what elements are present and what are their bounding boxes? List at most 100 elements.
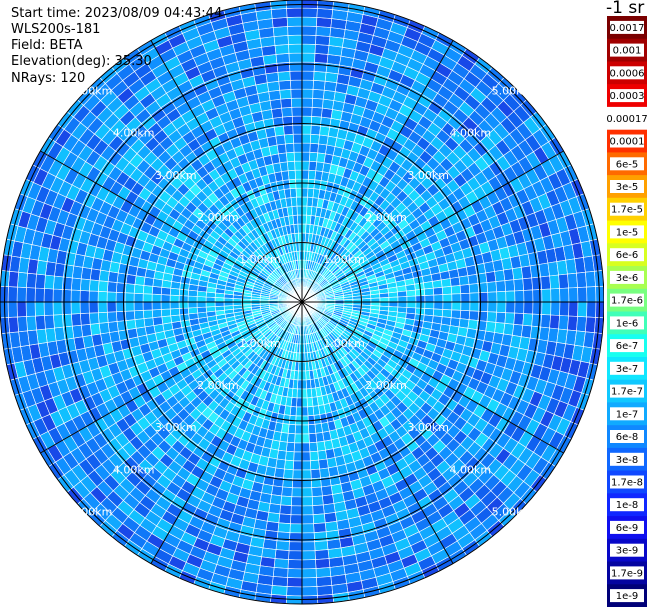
range-gate-cell bbox=[301, 451, 311, 462]
range-gate-cell bbox=[512, 266, 524, 281]
range-ring-label: 2.00km bbox=[197, 379, 239, 392]
range-gate-cell bbox=[160, 294, 171, 303]
range-gate-cell bbox=[290, 88, 303, 99]
range-gate-cell bbox=[281, 170, 290, 181]
range-ring-label: 2.00km bbox=[365, 379, 407, 392]
range-gate-cell bbox=[495, 311, 507, 324]
range-gate-cell bbox=[301, 433, 310, 444]
range-ring-label: 3.00km bbox=[155, 169, 197, 182]
range-gate-cell bbox=[151, 293, 162, 303]
range-gate-cell bbox=[370, 297, 381, 303]
range-gate-cell bbox=[397, 301, 408, 308]
range-gate-cell bbox=[306, 388, 313, 399]
range-gate-cell bbox=[317, 449, 328, 461]
range-gate-cell bbox=[469, 292, 480, 303]
range-gate-cell bbox=[301, 16, 318, 27]
range-gate-cell bbox=[442, 301, 453, 311]
range-gate-cell bbox=[558, 315, 569, 331]
range-gate-cell bbox=[532, 301, 543, 315]
range-gate-cell bbox=[279, 88, 292, 100]
range-gate-cell bbox=[275, 134, 286, 146]
range-gate-cell bbox=[495, 280, 507, 293]
range-gate-cell bbox=[322, 89, 336, 101]
range-gate-cell bbox=[301, 496, 314, 507]
range-gate-cell bbox=[276, 61, 291, 73]
range-gate-cell bbox=[318, 458, 329, 470]
range-gate-cell bbox=[550, 288, 561, 303]
elevation-label: Elevation(deg): 35.30 bbox=[11, 54, 152, 69]
range-gate-cell bbox=[292, 133, 303, 144]
range-gate-cell bbox=[311, 486, 323, 498]
range-gate-cell bbox=[309, 151, 319, 163]
range-gate-cell bbox=[286, 432, 296, 444]
range-gate-cell bbox=[449, 276, 461, 287]
range-gate-cell bbox=[283, 468, 294, 480]
range-gate-cell bbox=[451, 301, 462, 311]
range-gate-cell bbox=[296, 388, 303, 399]
colorbar-label: 6e-7 bbox=[616, 341, 639, 352]
range-gate-cell bbox=[467, 273, 479, 285]
range-gate-cell bbox=[107, 321, 119, 333]
range-gate-cell bbox=[301, 133, 312, 144]
range-gate-cell bbox=[441, 309, 453, 319]
range-gate-cell bbox=[287, 25, 303, 36]
range-gate-cell bbox=[61, 313, 73, 328]
range-gate-cell bbox=[503, 322, 515, 336]
range-gate-cell bbox=[80, 266, 92, 281]
range-gate-cell bbox=[88, 301, 99, 314]
range-gate-cell bbox=[151, 309, 163, 319]
range-gate-cell bbox=[80, 323, 92, 338]
range-gate-cell bbox=[423, 308, 435, 317]
colorbar-label: 1.7e-7 bbox=[611, 387, 643, 398]
range-gate-cell bbox=[549, 314, 560, 330]
range-gate-cell bbox=[406, 289, 417, 297]
range-gate-cell bbox=[322, 503, 336, 515]
range-gate-cell bbox=[196, 296, 207, 303]
range-gate-cell bbox=[152, 316, 164, 326]
range-gate-cell bbox=[301, 442, 311, 453]
range-gate-cell bbox=[293, 151, 303, 162]
range-gate-cell bbox=[276, 531, 291, 543]
colorbar-label: 1.7e-5 bbox=[611, 205, 643, 216]
range-gate-cell bbox=[309, 459, 320, 471]
instrument-label: WLS200s-181 bbox=[11, 22, 101, 37]
range-gate-cell bbox=[301, 559, 317, 570]
range-gate-cell bbox=[25, 287, 36, 303]
ppi-scan-display: 1.00km 1.00km 1.00km 1.00km 2.00km 2.00km 2.00… bbox=[0, 0, 604, 605]
range-gate-cell bbox=[301, 7, 318, 18]
range-gate-cell bbox=[301, 169, 310, 180]
range-gate-cell bbox=[161, 315, 172, 325]
range-gate-cell bbox=[301, 406, 309, 417]
range-gate-cell bbox=[270, 8, 288, 19]
range-gate-cell bbox=[301, 487, 313, 498]
range-gate-cell bbox=[406, 295, 417, 303]
range-gate-cell bbox=[291, 487, 303, 498]
range-gate-cell bbox=[270, 585, 288, 596]
range-gate-cell bbox=[293, 142, 303, 153]
range-ring-label: 3.00km bbox=[407, 421, 449, 434]
range-gate-cell bbox=[133, 301, 144, 312]
range-ring-label: 3.00km bbox=[407, 169, 449, 182]
range-gate-cell bbox=[313, 61, 328, 73]
range-gate-cell bbox=[459, 284, 471, 295]
range-gate-cell bbox=[541, 301, 552, 316]
range-gate-cell bbox=[44, 314, 55, 330]
range-gate-cell bbox=[79, 301, 90, 314]
range-gate-cell bbox=[319, 467, 331, 479]
range-gate-cell bbox=[287, 423, 296, 435]
range-gate-cell bbox=[280, 495, 293, 507]
range-gate-cell bbox=[295, 406, 303, 417]
range-gate-cell bbox=[312, 88, 325, 100]
range-gate-cell bbox=[98, 269, 110, 282]
range-gate-cell bbox=[312, 513, 326, 525]
range-ring-label: 4.00km bbox=[113, 463, 155, 476]
range-gate-cell bbox=[559, 287, 570, 303]
range-gate-cell bbox=[513, 278, 525, 292]
range-gate-cell bbox=[52, 314, 64, 329]
range-gate-cell bbox=[309, 450, 319, 462]
range-gate-cell bbox=[223, 301, 234, 307]
range-gate-cell bbox=[288, 52, 303, 63]
range-gate-cell bbox=[125, 319, 137, 331]
range-gate-cell bbox=[586, 286, 597, 303]
range-gate-cell bbox=[440, 278, 452, 288]
